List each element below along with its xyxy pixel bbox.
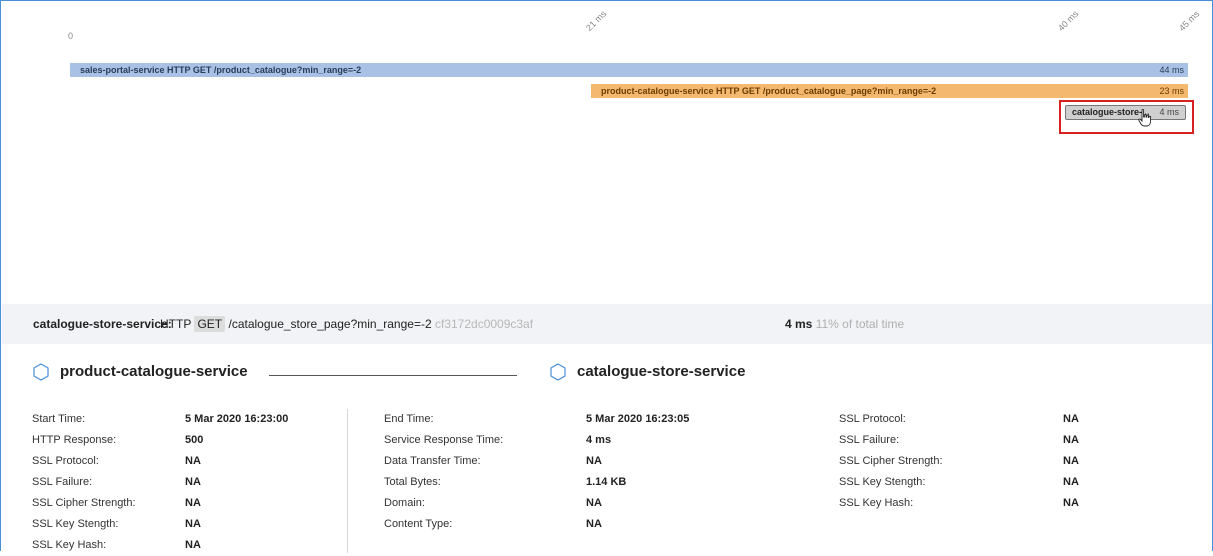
service-title-left: product-catalogue-service bbox=[32, 363, 248, 381]
hexagon-icon bbox=[33, 363, 49, 381]
detail-key: End Time: bbox=[384, 413, 434, 425]
details-column-3: SSL Protocol: NA SSL Failure: NA SSL Cipher … bbox=[839, 409, 1079, 514]
detail-value: 5 Mar 2020 16:23:00 bbox=[185, 413, 289, 425]
span-duration: 23 ms bbox=[1159, 86, 1184, 96]
detail-key: SSL Key Hash: bbox=[32, 539, 107, 551]
detail-key: SSL Key Stength: bbox=[32, 518, 119, 530]
detail-value: NA bbox=[185, 455, 201, 467]
detail-row: Total Bytes: 1.14 KB bbox=[384, 472, 689, 493]
detail-key: Content Type: bbox=[384, 518, 453, 530]
detail-row: SSL Protocol: NA bbox=[32, 451, 288, 472]
detail-row: SSL Failure: NA bbox=[32, 472, 288, 493]
selected-span-highlight: catalogue-store-... 4 ms bbox=[1059, 100, 1194, 134]
detail-row: HTTP Response: 500 bbox=[32, 430, 288, 451]
detail-value: NA bbox=[185, 539, 201, 551]
details-column-1: Start Time: 5 Mar 2020 16:23:00 HTTP Respo… bbox=[32, 409, 288, 556]
service-title-right: catalogue-store-service bbox=[549, 363, 745, 381]
tick-label: 0 bbox=[68, 31, 74, 41]
trace-timeline: 0 21 ms 40 ms 45 ms sales-portal-service… bbox=[1, 1, 1212, 304]
span-bar-sales-portal[interactable]: sales-portal-service HTTP GET /product_c… bbox=[70, 63, 1188, 77]
tick-45ms: 45 ms bbox=[1177, 9, 1209, 33]
detail-key: SSL Cipher Strength: bbox=[839, 455, 943, 467]
service-connector-line bbox=[269, 375, 517, 376]
detail-row: SSL Cipher Strength: NA bbox=[32, 493, 288, 514]
detail-key: SSL Failure: bbox=[839, 434, 900, 446]
trace-panel: 0 21 ms 40 ms 45 ms sales-portal-service… bbox=[0, 0, 1213, 553]
span-duration: 44 ms bbox=[1159, 65, 1184, 75]
detail-key: SSL Key Hash: bbox=[839, 497, 914, 509]
detail-value: NA bbox=[1063, 476, 1079, 488]
detail-key: Domain: bbox=[384, 497, 425, 509]
details-column-2: End Time: 5 Mar 2020 16:23:05 Service Resp… bbox=[384, 409, 689, 535]
column-divider bbox=[347, 409, 348, 553]
detail-row: SSL Failure: NA bbox=[839, 430, 1079, 451]
hand-pointer-icon bbox=[1138, 109, 1152, 127]
detail-path: /catalogue_store_page?min_range=-2 bbox=[228, 317, 432, 331]
detail-row: Data Transfer Time: NA bbox=[384, 451, 689, 472]
detail-key: SSL Protocol: bbox=[839, 413, 906, 425]
detail-time: 4 ms 11% of total time bbox=[785, 304, 904, 344]
detail-value: 5 Mar 2020 16:23:05 bbox=[586, 413, 690, 425]
detail-value: NA bbox=[1063, 413, 1079, 425]
detail-row: SSL Key Hash: NA bbox=[32, 535, 288, 556]
detail-row: End Time: 5 Mar 2020 16:23:05 bbox=[384, 409, 689, 430]
detail-row: SSL Key Stength: NA bbox=[839, 472, 1079, 493]
detail-value: 500 bbox=[185, 434, 204, 446]
tick-40ms: 40 ms bbox=[1056, 9, 1088, 33]
tick-label: 21 ms bbox=[583, 8, 609, 33]
span-bar-catalogue-store[interactable]: catalogue-store-... 4 ms bbox=[1065, 105, 1186, 120]
span-label: sales-portal-service HTTP GET /product_c… bbox=[80, 65, 362, 75]
detail-value: 1.14 KB bbox=[586, 476, 627, 488]
hexagon-icon bbox=[550, 363, 566, 381]
detail-key: Data Transfer Time: bbox=[384, 455, 481, 467]
detail-protocol: HTTP bbox=[160, 317, 192, 331]
detail-row: SSL Key Hash: NA bbox=[839, 493, 1079, 514]
span-bar-product-catalogue[interactable]: product-catalogue-service HTTP GET /prod… bbox=[591, 84, 1188, 98]
detail-value: 4 ms bbox=[586, 434, 612, 446]
detail-key: Start Time: bbox=[32, 413, 86, 425]
detail-row: Content Type: NA bbox=[384, 514, 689, 535]
span-duration: 4 ms bbox=[1159, 107, 1179, 117]
detail-row: SSL Key Stength: NA bbox=[32, 514, 288, 535]
detail-value: NA bbox=[1063, 434, 1079, 446]
detail-row: Service Response Time: 4 ms bbox=[384, 430, 689, 451]
detail-request: HTTP GET /catalogue_store_page?min_range… bbox=[160, 304, 533, 344]
detail-row: SSL Cipher Strength: NA bbox=[839, 451, 1079, 472]
detail-value: NA bbox=[185, 476, 201, 488]
detail-value: NA bbox=[185, 497, 201, 509]
detail-key: SSL Key Stength: bbox=[839, 476, 926, 488]
detail-row: Domain: NA bbox=[384, 493, 689, 514]
span-detail-header: catalogue-store-service: HTTP GET /catal… bbox=[2, 304, 1212, 344]
detail-key: SSL Cipher Strength: bbox=[32, 497, 136, 509]
detail-key: SSL Protocol: bbox=[32, 455, 99, 467]
service-name: product-catalogue-service bbox=[60, 363, 248, 380]
detail-row: SSL Protocol: NA bbox=[839, 409, 1079, 430]
detail-row: Start Time: 5 Mar 2020 16:23:00 bbox=[32, 409, 288, 430]
tick-label: 45 ms bbox=[1176, 8, 1202, 33]
detail-value: NA bbox=[1063, 455, 1079, 467]
detail-trace-id[interactable]: cf3172dc0009c3af bbox=[435, 317, 533, 331]
detail-key: Total Bytes: bbox=[384, 476, 441, 488]
tick-0: 0 bbox=[68, 31, 73, 41]
tick-label: 40 ms bbox=[1055, 8, 1081, 33]
tick-21ms: 21 ms bbox=[584, 9, 616, 33]
detail-duration: 4 ms bbox=[785, 317, 813, 331]
detail-service-name: catalogue-store-service: bbox=[33, 317, 172, 331]
detail-value: NA bbox=[586, 518, 602, 530]
detail-key: SSL Failure: bbox=[32, 476, 93, 488]
service-name: catalogue-store-service bbox=[577, 363, 746, 380]
detail-method-chip: GET bbox=[194, 316, 226, 332]
detail-share: 11% of total time bbox=[815, 317, 905, 331]
detail-key: Service Response Time: bbox=[384, 434, 504, 446]
span-label: product-catalogue-service HTTP GET /prod… bbox=[601, 86, 937, 96]
detail-value: NA bbox=[586, 455, 602, 467]
detail-value: NA bbox=[185, 518, 201, 530]
detail-value: NA bbox=[586, 497, 602, 509]
detail-value: NA bbox=[1063, 497, 1079, 509]
detail-key: HTTP Response: bbox=[32, 434, 117, 446]
